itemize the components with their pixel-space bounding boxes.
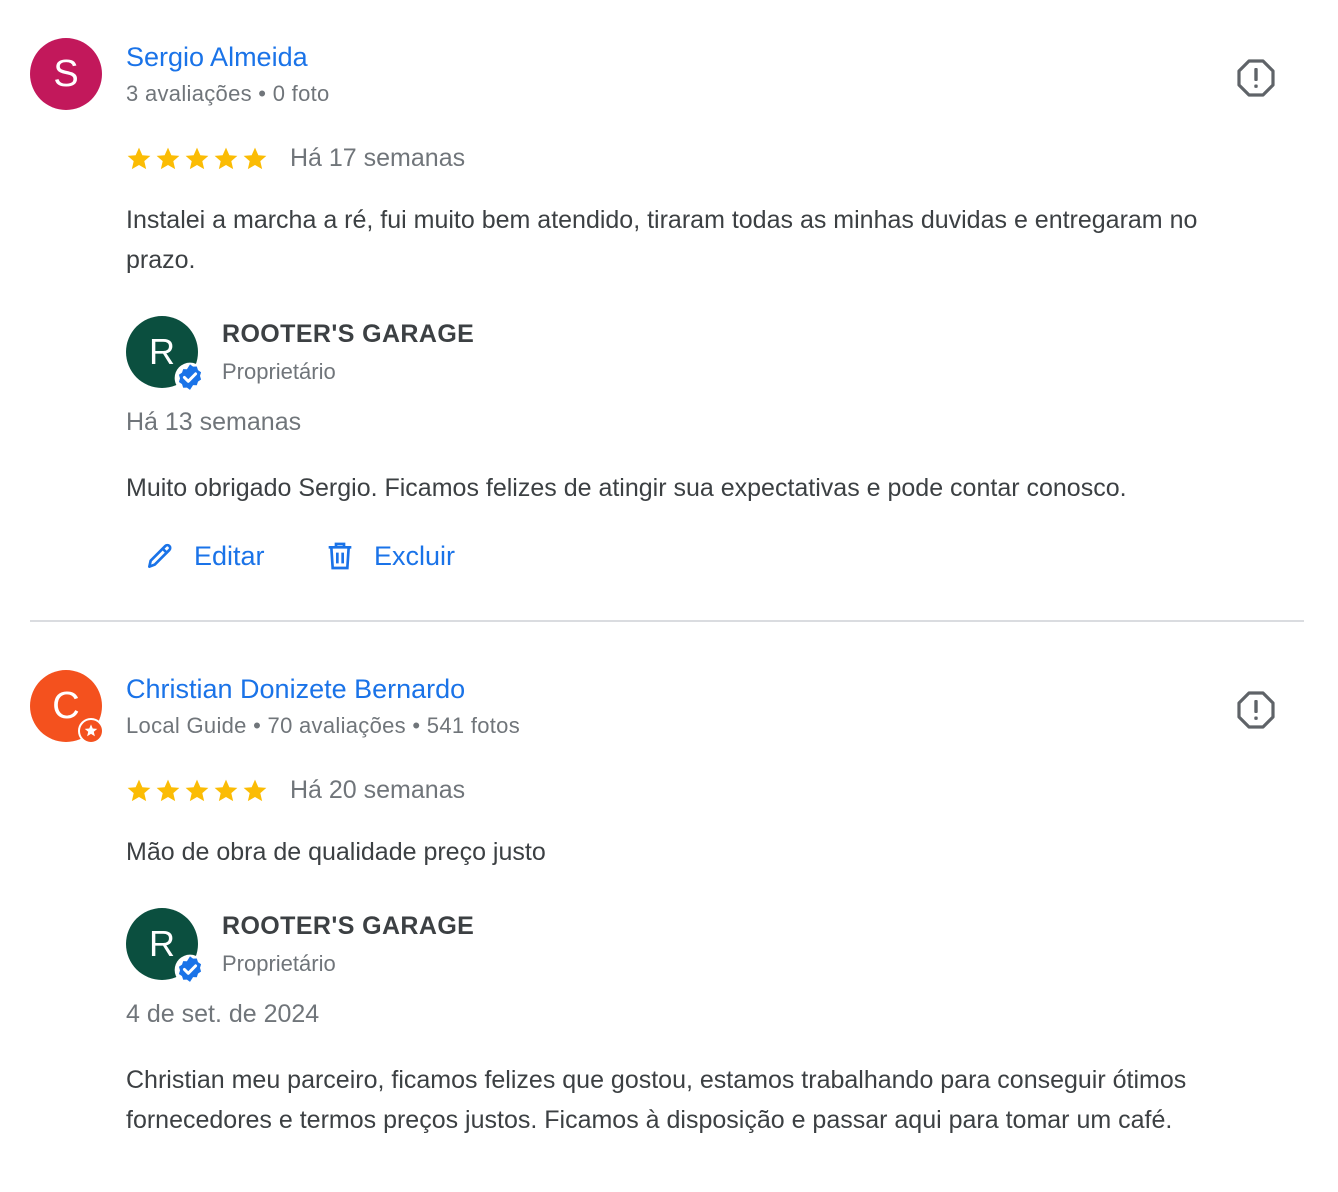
star-rating — [126, 146, 268, 172]
report-flag-icon — [1237, 59, 1275, 97]
pencil-icon — [148, 543, 172, 568]
star-icon — [214, 147, 238, 170]
owner-name: ROOTER'S GARAGE — [222, 912, 475, 940]
author-avatar[interactable]: S — [30, 38, 102, 110]
report-review-button[interactable] — [1234, 56, 1278, 100]
star-icon — [214, 779, 238, 802]
star-icon — [156, 147, 180, 170]
author-meta: 3 avaliações • 0 foto — [126, 81, 330, 106]
reply-text: Muito obrigado Sergio. Ficamos felizes d… — [126, 474, 1127, 502]
review-date: Há 20 semanas — [290, 776, 466, 804]
author-name-link[interactable]: Sergio Almeida — [126, 42, 308, 73]
author-meta: Local Guide • 70 avaliações • 541 fotos — [126, 713, 521, 738]
verified-badge-icon — [174, 954, 206, 986]
local-guide-badge-icon — [78, 718, 104, 744]
delete-reply-button[interactable]: Excluir — [324, 540, 455, 572]
star-rating — [126, 778, 268, 804]
verified-badge-icon — [174, 362, 206, 394]
author-avatar[interactable]: C — [30, 670, 104, 744]
review-text: Mão de obra de qualidade preço justo — [126, 838, 546, 866]
review-card: S Sergio Almeida 3 avaliações • 0 foto H… — [0, 0, 1338, 620]
star-icon — [127, 779, 151, 802]
edit-label: Editar — [194, 540, 265, 571]
edit-reply-button[interactable]: Editar — [144, 540, 265, 572]
review-divider — [30, 620, 1304, 622]
owner-avatar: R — [126, 316, 206, 394]
reply-text: Christian meu parceiro, ficamos felizes … — [126, 1066, 1187, 1134]
owner-name: ROOTER'S GARAGE — [222, 320, 475, 348]
owner-role: Proprietário — [222, 951, 336, 976]
author-avatar-letter: C — [52, 684, 80, 727]
report-review-button[interactable] — [1234, 688, 1278, 732]
reply-date: 4 de set. de 2024 — [126, 1000, 320, 1028]
trash-icon — [328, 542, 352, 570]
report-flag-icon — [1237, 691, 1275, 729]
reply-date: Há 13 semanas — [126, 408, 302, 436]
owner-avatar: R — [126, 908, 206, 986]
star-icon — [243, 779, 267, 802]
author-avatar-letter: S — [53, 52, 79, 95]
star-icon — [243, 147, 267, 170]
author-name-link[interactable]: Christian Donizete Bernardo — [126, 674, 465, 705]
review-card: C Christian Donizete Bernardo Local Guid… — [0, 632, 1338, 1192]
review-text: Instalei a marcha a ré, fui muito bem at… — [126, 206, 1198, 274]
owner-avatar-letter: R — [149, 331, 175, 372]
star-icon — [185, 147, 209, 170]
review-date: Há 17 semanas — [290, 144, 466, 172]
delete-label: Excluir — [374, 540, 456, 571]
owner-role: Proprietário — [222, 359, 336, 384]
star-icon — [127, 147, 151, 170]
star-icon — [185, 779, 209, 802]
star-icon — [156, 779, 180, 802]
owner-avatar-letter: R — [149, 923, 175, 964]
